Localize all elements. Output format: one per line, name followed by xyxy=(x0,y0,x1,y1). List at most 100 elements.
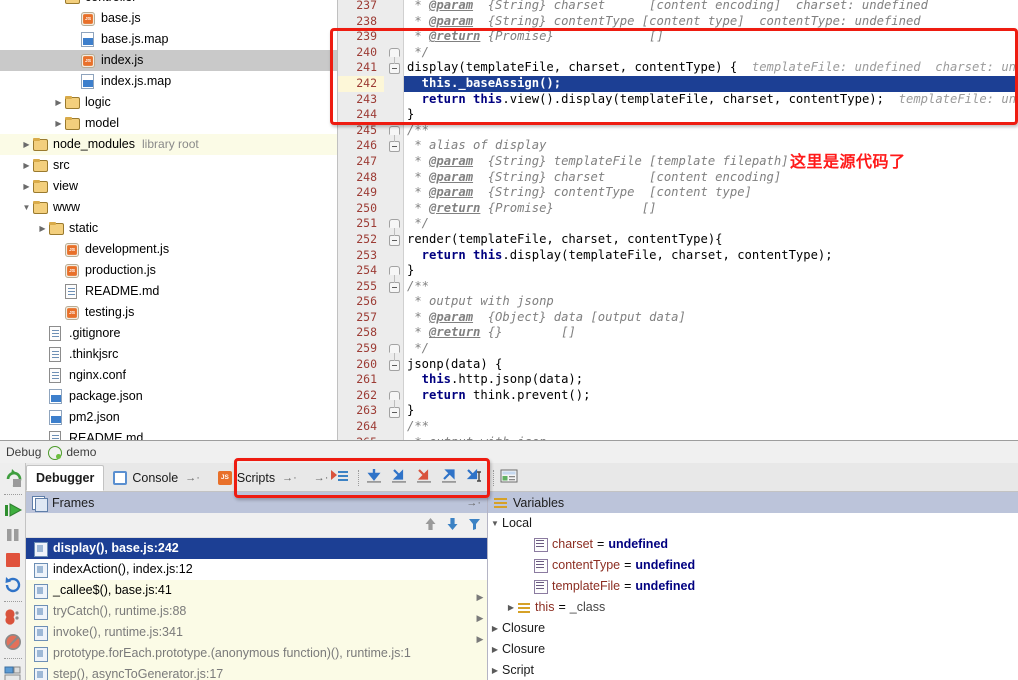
code-line[interactable]: jsonp(data) { xyxy=(404,357,1018,373)
tree-expander[interactable]: ▶ xyxy=(52,260,65,281)
fold-marker-open[interactable] xyxy=(389,47,400,57)
tree-expander[interactable]: ▶ xyxy=(36,344,49,365)
tree-item-production-js[interactable]: ▶ production.js xyxy=(0,260,337,281)
code-line[interactable]: * @param {String} contentType [content t… xyxy=(404,185,1018,201)
tree-item-src[interactable]: ▶ src xyxy=(0,155,337,176)
rerun-icon[interactable] xyxy=(2,467,24,489)
tree-expander[interactable]: ▶ xyxy=(52,281,65,302)
frames-list[interactable]: display(), base.js:242 indexAction(), ind… xyxy=(26,538,487,680)
tree-expander[interactable]: ▶ xyxy=(52,239,65,260)
variable-expander[interactable]: ▼ xyxy=(488,513,502,534)
tree-item-base-js-map[interactable]: ▶ base.js.map xyxy=(0,29,337,50)
tree-item-index-js-map[interactable]: ▶ index.js.map xyxy=(0,71,337,92)
tree-expander[interactable]: ▶ xyxy=(36,386,49,407)
frame-row[interactable]: indexAction(), index.js:12 xyxy=(26,559,487,580)
tree-expander[interactable]: ▶ xyxy=(36,407,49,428)
toolbar-pin-icon[interactable]: →· xyxy=(314,472,329,484)
frame-row[interactable]: _callee$(), base.js:41 xyxy=(26,580,487,601)
code-folding-strip[interactable] xyxy=(384,0,404,440)
code-line[interactable]: * @param {String} charset [content encod… xyxy=(404,0,1018,14)
variable-expander[interactable]: ▶ xyxy=(488,618,502,639)
step-into-icon[interactable] xyxy=(389,467,413,489)
tree-item-node-modules[interactable]: ▶ node_modules library root xyxy=(0,134,337,155)
code-line[interactable]: * output with jsonp xyxy=(404,294,1018,310)
code-line[interactable]: return this.display(templateFile, charse… xyxy=(404,248,1018,264)
filter-icon[interactable] xyxy=(468,517,481,534)
tree-item-readme-md[interactable]: ▶ README.md xyxy=(0,281,337,302)
code-line[interactable]: * @return {} [] xyxy=(404,325,1018,341)
tree-item-index-js[interactable]: ▶ index.js xyxy=(0,50,337,71)
fold-marker-collapse[interactable] xyxy=(389,235,400,246)
frame-row[interactable]: display(), base.js:242 xyxy=(26,538,487,559)
tree-expander[interactable]: ▶ xyxy=(52,113,65,134)
tree-expander[interactable]: ▶ xyxy=(52,0,65,8)
mute-breakpoints-icon[interactable] xyxy=(2,631,24,653)
variable-row[interactable]: contentType = undefined xyxy=(488,555,1018,576)
tree-expander[interactable]: ▶ xyxy=(68,29,81,50)
tree-expander[interactable]: ▶ xyxy=(52,302,65,323)
evaluate-expression-icon[interactable] xyxy=(499,467,523,489)
tree-item-base-js[interactable]: ▶ base.js xyxy=(0,8,337,29)
code-line[interactable]: /** xyxy=(404,419,1018,435)
step-out-icon[interactable] xyxy=(439,467,463,489)
variable-row[interactable]: charset = undefined xyxy=(488,534,1018,555)
fold-marker-collapse[interactable] xyxy=(389,406,400,418)
code-line[interactable]: } xyxy=(404,263,1018,279)
fold-marker-collapse[interactable] xyxy=(389,359,400,371)
variables-list[interactable]: ▼ Local charset = undefined contentType = undef… xyxy=(488,513,1018,680)
tree-item-model[interactable]: ▶ model xyxy=(0,113,337,134)
tree-item-testing-js[interactable]: ▶ testing.js xyxy=(0,302,337,323)
view-breakpoints-icon[interactable] xyxy=(2,606,24,628)
tab-console[interactable]: Console →· xyxy=(104,465,209,491)
code-line[interactable]: * @param {String} charset [content encod… xyxy=(404,170,1018,186)
tree-item-logic[interactable]: ▶ logic xyxy=(0,92,337,113)
frame-row[interactable]: tryCatch(), runtime.js:88 xyxy=(26,601,487,622)
restart-icon[interactable] xyxy=(2,574,24,596)
tree-expander[interactable]: ▶ xyxy=(20,155,33,176)
code-line[interactable]: /** xyxy=(404,123,1018,139)
tree-item-nginx-conf[interactable]: ▶ nginx.conf xyxy=(0,365,337,386)
tree-expander[interactable]: ▶ xyxy=(36,323,49,344)
code-line[interactable]: this._baseAssign(); xyxy=(404,75,1018,92)
variable-expander[interactable]: ▶ xyxy=(504,597,518,618)
code-editor[interactable]: 237 238 239 240 241 242 243 244 245 246 247 248 249 2… xyxy=(338,0,1018,440)
fold-marker-open[interactable] xyxy=(389,125,400,135)
run-to-cursor-icon[interactable] xyxy=(464,467,488,489)
code-line[interactable]: display(templateFile, charset, contentTy… xyxy=(404,60,1018,76)
tree-item--thinkjsrc[interactable]: ▶ .thinkjsrc xyxy=(0,344,337,365)
tree-item-package-json[interactable]: ▶ package.json xyxy=(0,386,337,407)
frame-row[interactable]: step(), asyncToGenerator.js:17 xyxy=(26,664,487,680)
tree-expander[interactable]: ▶ xyxy=(68,50,81,71)
code-text-area[interactable]: * @param {String} charset [content encod… xyxy=(404,0,1018,440)
debug-left-rail[interactable] xyxy=(0,463,26,680)
tree-expander[interactable]: ▶ xyxy=(20,134,33,155)
fold-marker-open[interactable] xyxy=(389,391,400,400)
fold-marker-open[interactable] xyxy=(389,266,400,276)
fold-marker-collapse[interactable] xyxy=(389,141,400,153)
code-line[interactable]: */ xyxy=(404,216,1018,232)
down-arrow-icon[interactable] xyxy=(446,517,459,534)
tree-expander[interactable]: ▶ xyxy=(36,428,49,440)
code-line[interactable]: render(templateFile, charset, contentTyp… xyxy=(404,232,1018,248)
show-execution-point-icon[interactable] xyxy=(329,467,353,489)
tree-expander[interactable]: ▼ xyxy=(20,197,33,218)
debug-config-name[interactable]: demo xyxy=(66,441,96,463)
tree-item-development-js[interactable]: ▶ development.js xyxy=(0,239,337,260)
code-line[interactable]: /** xyxy=(404,279,1018,295)
variable-expander[interactable]: ▶ xyxy=(488,660,502,680)
tree-item-view[interactable]: ▶ view xyxy=(0,176,337,197)
code-line[interactable]: * @param {String} templateFile [template… xyxy=(404,154,1018,170)
code-line[interactable]: */ xyxy=(404,45,1018,61)
tree-expander[interactable]: ▶ xyxy=(52,92,65,113)
code-line[interactable]: * @return {Promise} [] xyxy=(404,29,1018,45)
variable-row[interactable]: ▶ Closure xyxy=(488,618,1018,639)
debug-tab-strip[interactable]: Debugger Console →· Scripts →· →· xyxy=(26,463,1018,492)
variable-row[interactable]: ▶ Script xyxy=(488,660,1018,680)
settings-layout-icon[interactable] xyxy=(2,663,24,680)
tree-item-controller[interactable]: ▶ controller xyxy=(0,0,337,8)
code-line[interactable]: } xyxy=(404,107,1018,123)
code-line[interactable]: */ xyxy=(404,341,1018,357)
fold-marker-collapse[interactable] xyxy=(389,63,400,75)
tree-item-readme-md[interactable]: ▶ README.md xyxy=(0,428,337,440)
code-line[interactable]: return this.view().display(templateFile,… xyxy=(404,92,1018,108)
